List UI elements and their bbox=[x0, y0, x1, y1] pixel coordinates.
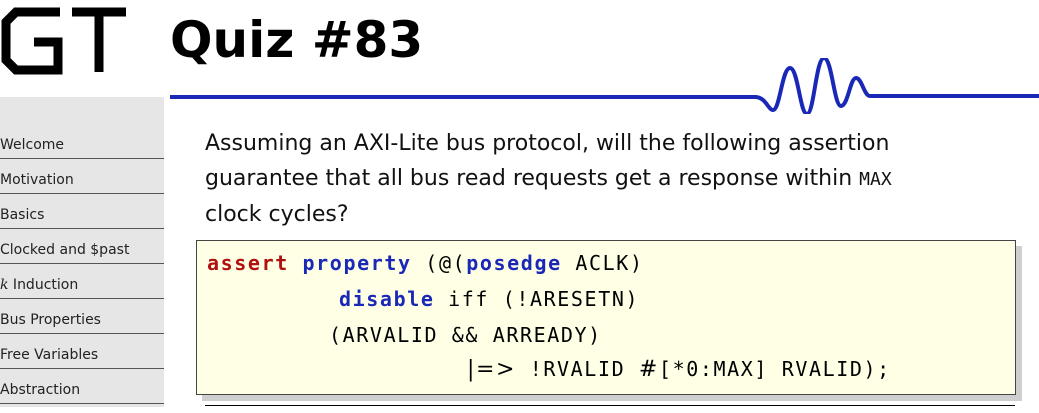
delay-operator: # bbox=[638, 357, 659, 382]
code-text: !RVALID bbox=[516, 357, 639, 381]
question-line-2-text: guarantee that all bus read requests get… bbox=[205, 166, 860, 191]
implication-operator: |=> bbox=[467, 357, 517, 382]
code-text: ACLK) bbox=[561, 251, 644, 275]
question-line-3: clock cycles? bbox=[205, 202, 349, 227]
sidebar-item-label: Basics bbox=[0, 207, 45, 223]
posedge-keyword: posedge bbox=[466, 251, 562, 275]
disable-keyword: disable bbox=[339, 287, 435, 311]
assert-keyword: assert bbox=[207, 251, 289, 275]
sidebar-item-label: k Induction bbox=[0, 277, 79, 293]
code-line-4: |=> !RVALID #[*0:MAX] RVALID); bbox=[467, 357, 891, 382]
gt-logo: GT bbox=[1, 7, 126, 75]
code-text: [*0:MAX] RVALID); bbox=[658, 357, 891, 381]
bottom-rule bbox=[205, 405, 1015, 406]
code-line-3: (ARVALID && ARREADY) bbox=[329, 323, 602, 347]
sidebar: Welcome Motivation Basics Clocked and $p… bbox=[0, 97, 164, 407]
code-line-1: assert property (@(posedge ACLK) bbox=[207, 251, 644, 275]
max-keyword: MAX bbox=[859, 169, 892, 190]
code-text: (@( bbox=[411, 251, 467, 275]
sidebar-nav: Welcome Motivation Basics Clocked and $p… bbox=[0, 133, 164, 413]
code-line-2: disable iff (!ARESETN) bbox=[339, 287, 639, 311]
sidebar-item-bus-properties[interactable]: Bus Properties bbox=[0, 308, 164, 343]
sidebar-item-basics[interactable]: Basics bbox=[0, 203, 164, 238]
sidebar-item-label: Welcome bbox=[0, 137, 65, 153]
sidebar-item-abstraction[interactable]: Abstraction bbox=[0, 378, 164, 413]
sidebar-item-clocked-and-past[interactable]: Clocked and $past bbox=[0, 238, 164, 273]
waveform-rule bbox=[170, 58, 1039, 114]
sidebar-item-label: Clocked and $past bbox=[0, 242, 130, 258]
code-text: iff (!ARESETN) bbox=[434, 287, 640, 311]
sidebar-item-label: Bus Properties bbox=[0, 312, 101, 328]
question-line-1: Assuming an AXI-Lite bus protocol, will … bbox=[205, 131, 890, 156]
sidebar-item-welcome[interactable]: Welcome bbox=[0, 133, 164, 168]
sidebar-item-label: Motivation bbox=[0, 172, 74, 188]
sidebar-item-label: Abstraction bbox=[0, 382, 81, 398]
question-text: Assuming an AXI-Lite bus protocol, will … bbox=[205, 126, 1025, 232]
property-keyword: property bbox=[302, 251, 412, 275]
question-line-2: guarantee that all bus read requests get… bbox=[205, 161, 1025, 197]
sidebar-item-motivation[interactable]: Motivation bbox=[0, 168, 164, 203]
sidebar-item-k-induction[interactable]: k Induction bbox=[0, 273, 164, 308]
sidebar-item-free-variables[interactable]: Free Variables bbox=[0, 343, 164, 378]
sidebar-item-label: Free Variables bbox=[0, 347, 99, 363]
code-block: assert property (@(posedge ACLK) disable… bbox=[196, 240, 1016, 395]
